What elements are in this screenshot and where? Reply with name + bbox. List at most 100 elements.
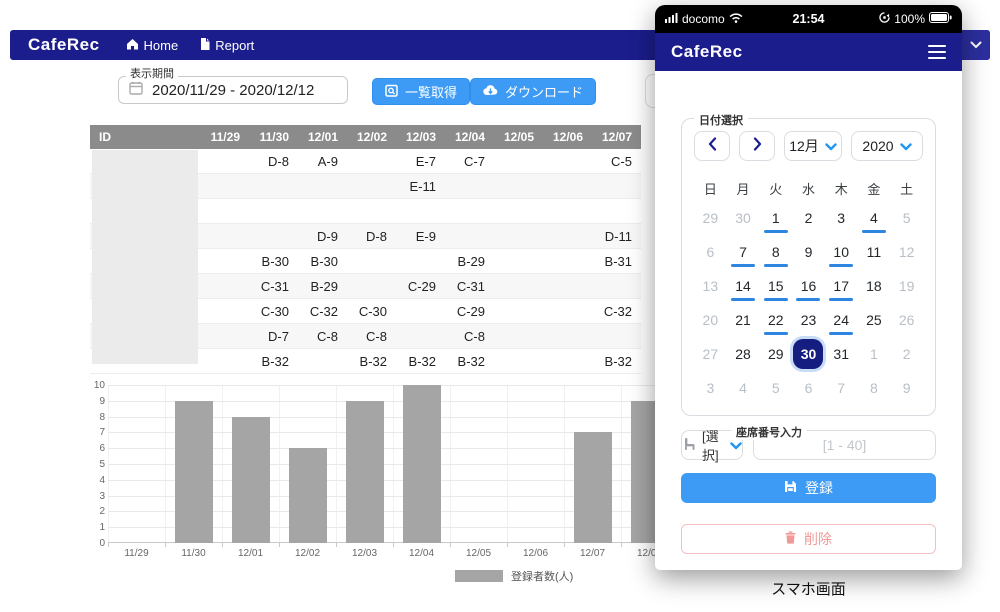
calendar-day[interactable]: 13: [694, 269, 727, 303]
hamburger-menu-icon[interactable]: [928, 45, 946, 59]
calendar-day[interactable]: 30: [727, 201, 760, 235]
fetch-list-label: 一覧取得: [405, 82, 457, 101]
chart-bar: [289, 448, 327, 543]
calendar-day[interactable]: 9: [890, 371, 923, 405]
month-value: 12月: [789, 136, 819, 156]
calendar-day[interactable]: 17: [825, 269, 858, 303]
prev-month-button[interactable]: [694, 131, 730, 161]
calendar-day-number: 5: [761, 373, 791, 403]
calendar-day[interactable]: 7: [825, 371, 858, 405]
calendar-day[interactable]: 3: [694, 371, 727, 405]
calendar-day[interactable]: 7: [727, 235, 760, 269]
cell-seat: [543, 199, 592, 223]
chevron-down-icon: [825, 138, 837, 154]
calendar-day[interactable]: 5: [759, 371, 792, 405]
cell-seat: [494, 249, 543, 273]
calendar-day-number: 16: [793, 271, 823, 301]
calendar-day-number: 18: [859, 271, 889, 301]
cell-seat: B-32: [249, 349, 298, 373]
calendar-day[interactable]: 23: [792, 303, 825, 337]
calendar-day-number: 8: [761, 237, 791, 267]
column-header-date: 12/01: [298, 125, 347, 149]
calendar-day[interactable]: 10: [825, 235, 858, 269]
cell-seat: [494, 324, 543, 348]
cell-seat: [543, 274, 592, 298]
chart-bar: [574, 432, 612, 543]
axis-tick: [108, 543, 109, 547]
axis-tick: [279, 543, 280, 547]
calendar-day[interactable]: 19: [890, 269, 923, 303]
calendar-day[interactable]: 27: [694, 337, 727, 371]
cell-seat: [347, 174, 396, 198]
calendar-day[interactable]: 24: [825, 303, 858, 337]
calendar-day-number: 9: [892, 373, 922, 403]
month-select[interactable]: 12月: [784, 131, 842, 161]
next-month-button[interactable]: [739, 131, 775, 161]
cell-seat: B-31: [592, 249, 641, 273]
x-tick-label: 12/06: [507, 548, 564, 559]
calendar-day[interactable]: 6: [694, 235, 727, 269]
calendar-day[interactable]: 18: [858, 269, 891, 303]
calendar-day[interactable]: 20: [694, 303, 727, 337]
x-tick-label: 12/03: [336, 548, 393, 559]
cell-seat: [249, 224, 298, 248]
calendar-day[interactable]: 4: [727, 371, 760, 405]
calendar-day[interactable]: 15: [759, 269, 792, 303]
cell-seat: C-8: [347, 324, 396, 348]
calendar-day[interactable]: 29: [759, 337, 792, 371]
calendar-day-number: 3: [695, 373, 725, 403]
calendar-day[interactable]: 30: [792, 337, 825, 371]
x-tick-label: 11/30: [165, 548, 222, 559]
register-button[interactable]: 登録: [681, 473, 936, 503]
cell-seat: [494, 199, 543, 223]
calendar-day-number: 12: [892, 237, 922, 267]
cell-seat: B-30: [298, 249, 347, 273]
weekday-label: 水: [792, 179, 825, 198]
calendar-day[interactable]: 2: [890, 337, 923, 371]
column-header-id: ID: [90, 125, 200, 149]
calendar-day[interactable]: 29: [694, 201, 727, 235]
calendar-day[interactable]: 22: [759, 303, 792, 337]
chart-bar: [403, 385, 441, 543]
column-header-date: 12/05: [494, 125, 543, 149]
calendar-day[interactable]: 5: [890, 201, 923, 235]
nav-report[interactable]: Report: [200, 38, 254, 53]
reservation-table: ID 11/2911/3012/0112/0212/0312/0412/0512…: [90, 125, 641, 374]
calendar-day-number: 21: [728, 305, 758, 335]
year-select[interactable]: 2020: [851, 131, 923, 161]
chart-bar: [232, 417, 270, 543]
cell-seat: [543, 349, 592, 373]
calendar-day[interactable]: 8: [759, 235, 792, 269]
calendar-day[interactable]: 25: [858, 303, 891, 337]
calendar-day[interactable]: 11: [858, 235, 891, 269]
navbar-dropdown-button[interactable]: [962, 30, 990, 60]
y-tick-label: 3: [90, 491, 105, 502]
cell-seat: B-30: [249, 249, 298, 273]
delete-button[interactable]: 削除: [681, 524, 936, 554]
calendar-day[interactable]: 26: [890, 303, 923, 337]
calendar-day[interactable]: 2: [792, 201, 825, 235]
calendar-day[interactable]: 1: [759, 201, 792, 235]
calendar-day[interactable]: 6: [792, 371, 825, 405]
calendar-day[interactable]: 28: [727, 337, 760, 371]
calendar-day[interactable]: 3: [825, 201, 858, 235]
date-picker-legend: 日付選択: [694, 112, 748, 128]
calendar-day[interactable]: 4: [858, 201, 891, 235]
weekday-label: 木: [825, 179, 858, 198]
calendar-day[interactable]: 9: [792, 235, 825, 269]
calendar-day[interactable]: 16: [792, 269, 825, 303]
calendar-day[interactable]: 12: [890, 235, 923, 269]
cell-seat: [200, 224, 249, 248]
calendar-day[interactable]: 31: [825, 337, 858, 371]
calendar-day-number: 15: [761, 271, 791, 301]
fetch-list-button[interactable]: 一覧取得: [372, 78, 470, 105]
column-header-date: 11/29: [200, 125, 249, 149]
cell-seat: D-7: [249, 324, 298, 348]
nav-home[interactable]: Home: [126, 38, 179, 53]
cell-seat: [200, 149, 249, 173]
download-button[interactable]: ダウンロード: [470, 78, 596, 105]
calendar-day[interactable]: 21: [727, 303, 760, 337]
calendar-day[interactable]: 1: [858, 337, 891, 371]
calendar-day[interactable]: 14: [727, 269, 760, 303]
calendar-day[interactable]: 8: [858, 371, 891, 405]
